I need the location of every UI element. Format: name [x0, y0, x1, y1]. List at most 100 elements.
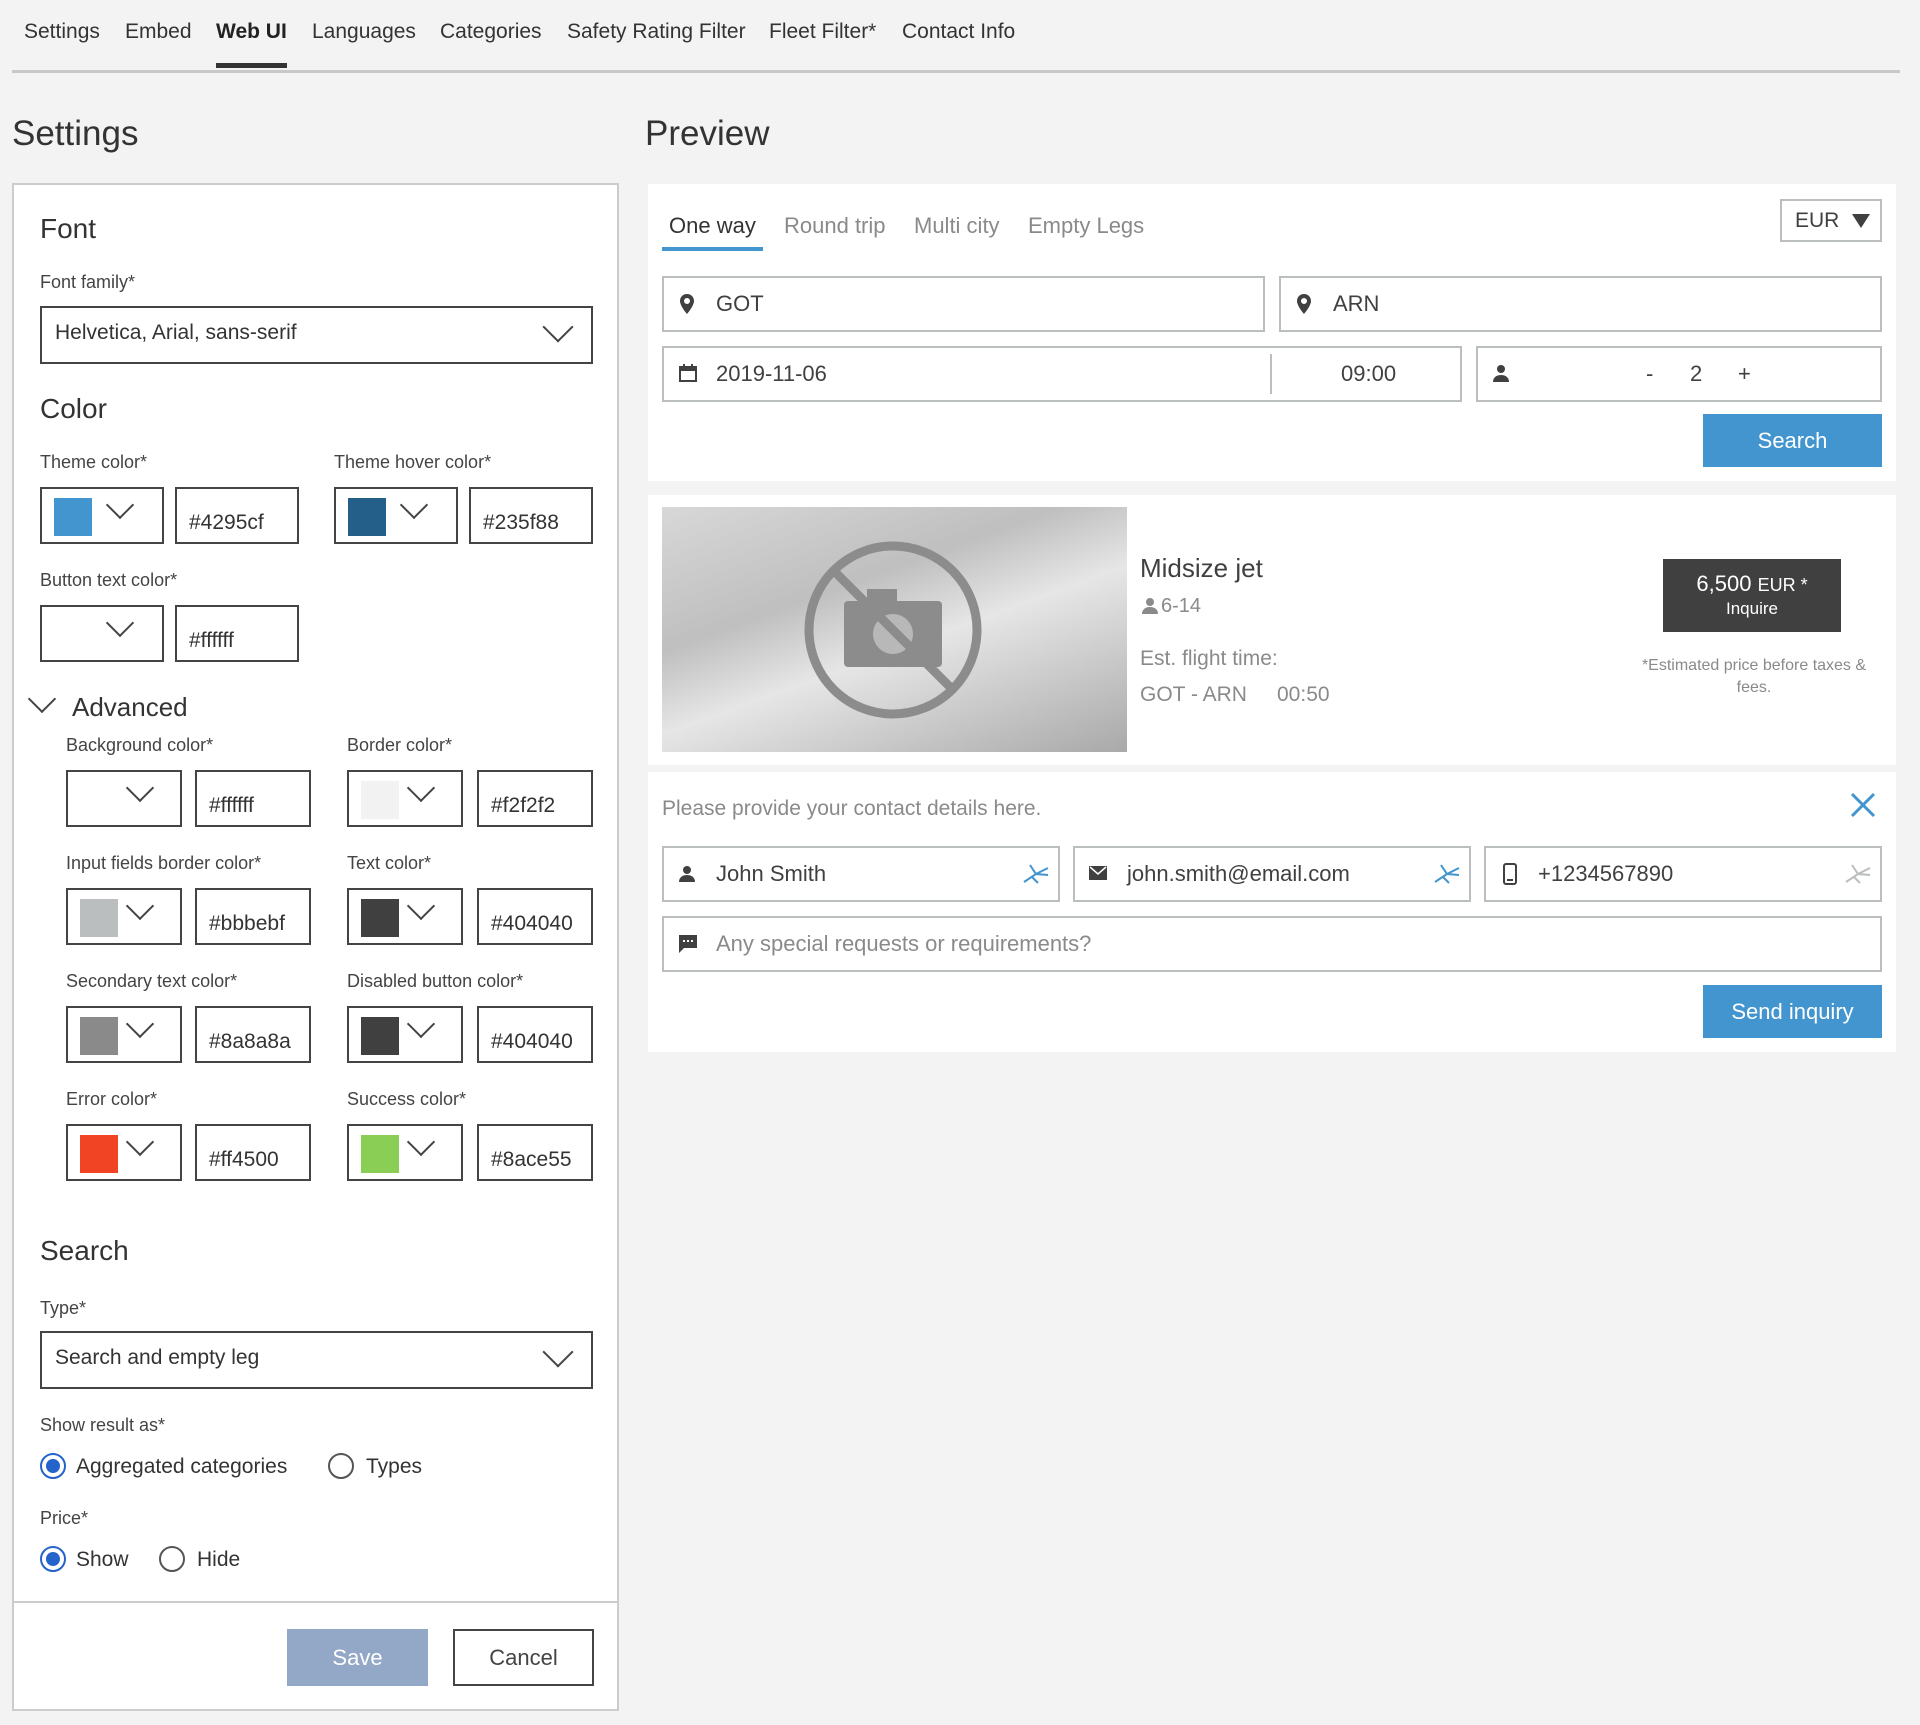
tab-languages[interactable]: Languages [312, 20, 416, 44]
time-value: 09:00 [1341, 361, 1397, 386]
background-color-picker[interactable] [66, 770, 182, 827]
radio-price-show[interactable] [40, 1546, 66, 1572]
button-text-color-picker[interactable] [40, 605, 164, 662]
tab-settings[interactable]: Settings [24, 20, 100, 44]
caret-down-icon [1852, 214, 1870, 228]
error-color-label: Error color* [66, 1089, 158, 1109]
passenger-minus-button[interactable]: - [1646, 361, 1653, 387]
trip-tab-empty-legs[interactable]: Empty Legs [1028, 213, 1144, 239]
to-airport-input[interactable]: ARN [1279, 276, 1882, 332]
divider [1270, 354, 1272, 394]
color-swatch [80, 1135, 118, 1173]
search-type-select[interactable]: Search and empty leg [40, 1331, 593, 1389]
search-button[interactable]: Search [1703, 414, 1882, 467]
autofill-icon [1845, 864, 1871, 884]
button-text-color-input[interactable] [175, 605, 299, 662]
disabled-button-color-input[interactable] [477, 1006, 593, 1063]
settings-heading: Settings [12, 114, 139, 153]
chevron-down-icon [399, 490, 429, 520]
tab-categories[interactable]: Categories [440, 20, 542, 44]
email-icon [1089, 866, 1107, 880]
color-swatch [80, 899, 118, 937]
radio-aggregated-categories[interactable] [40, 1453, 66, 1479]
text-color-input[interactable] [477, 888, 593, 945]
background-color-input[interactable] [195, 770, 311, 827]
error-color-picker[interactable] [66, 1124, 182, 1181]
close-icon[interactable] [1850, 792, 1876, 818]
tab-safety-rating-filter[interactable]: Safety Rating Filter [567, 20, 746, 44]
theme-hover-color-picker[interactable] [334, 487, 458, 544]
contact-phone-value: +1234567890 [1538, 861, 1674, 886]
theme-color-input[interactable] [175, 487, 299, 544]
tab-fleet-filter[interactable]: Fleet Filter* [769, 20, 876, 44]
radio-types[interactable] [328, 1453, 354, 1479]
chevron-down-icon [542, 311, 574, 343]
button-text-color-label: Button text color* [40, 570, 178, 590]
passenger-count: 2 [1690, 361, 1703, 386]
secondary-text-color-label: Secondary text color* [66, 971, 238, 991]
search-section-title: Search [40, 1235, 129, 1266]
success-color-input[interactable] [477, 1124, 593, 1181]
location-pin-icon [1297, 294, 1311, 314]
tab-web-ui[interactable]: Web UI [216, 20, 287, 68]
error-color-input[interactable] [195, 1124, 311, 1181]
date-time-input[interactable]: 2019-11-06 09:00 [662, 346, 1462, 402]
text-color-label: Text color* [347, 853, 432, 873]
price-line: 6,500 EUR * [1663, 571, 1841, 597]
radio-price-hide-label: Hide [197, 1548, 241, 1571]
tab-contact-info[interactable]: Contact Info [902, 20, 1015, 44]
advanced-toggle[interactable]: Advanced [26, 684, 276, 723]
border-color-picker[interactable] [347, 770, 463, 827]
theme-hover-color-input[interactable] [469, 487, 593, 544]
passenger-plus-button[interactable]: + [1738, 361, 1751, 387]
color-swatch [54, 616, 92, 654]
send-inquiry-button[interactable]: Send inquiry [1703, 985, 1882, 1038]
text-color-picker[interactable] [347, 888, 463, 945]
input-border-color-picker[interactable] [66, 888, 182, 945]
success-color-picker[interactable] [347, 1124, 463, 1181]
color-swatch [361, 899, 399, 937]
contact-prompt: Please provide your contact details here… [662, 797, 1042, 820]
font-family-select[interactable]: Helvetica, Arial, sans-serif [40, 306, 593, 364]
result-card: Midsize jet 6-14 Est. flight time: GOT -… [648, 495, 1896, 765]
currency-select[interactable]: EUR [1780, 199, 1882, 242]
special-requests-input[interactable]: Any special requests or requirements? [662, 916, 1882, 972]
trip-tab-multi-city[interactable]: Multi city [914, 213, 1000, 239]
contact-phone-input[interactable]: +1234567890 [1484, 846, 1882, 902]
save-button[interactable]: Save [287, 1629, 428, 1686]
theme-color-picker[interactable] [40, 487, 164, 544]
trip-tab-round-trip[interactable]: Round trip [784, 213, 886, 239]
radio-aggregated-categories-label: Aggregated categories [76, 1455, 288, 1478]
result-price: 6,500 [1696, 571, 1752, 596]
tab-embed[interactable]: Embed [125, 20, 192, 44]
contact-name-input[interactable]: John Smith [662, 846, 1060, 902]
theme-hover-color-label: Theme hover color* [334, 452, 492, 472]
border-color-input[interactable] [477, 770, 593, 827]
chat-icon [679, 935, 697, 953]
input-border-color-input[interactable] [195, 888, 311, 945]
color-swatch [348, 498, 386, 536]
special-requests-placeholder: Any special requests or requirements? [716, 931, 1092, 956]
search-type-label: Type* [40, 1298, 87, 1318]
cancel-button[interactable]: Cancel [453, 1629, 594, 1686]
font-family-value: Helvetica, Arial, sans-serif [55, 321, 297, 344]
chevron-down-icon [406, 1009, 436, 1039]
preview-heading: Preview [645, 114, 770, 153]
from-airport-input[interactable]: GOT [662, 276, 1265, 332]
show-result-label: Show result as* [40, 1415, 166, 1435]
result-duration: 00:50 [1277, 683, 1330, 706]
secondary-text-color-input[interactable] [195, 1006, 311, 1063]
trip-tab-one-way[interactable]: One way [662, 213, 763, 251]
currency-value: EUR [1795, 209, 1840, 232]
phone-icon [1503, 863, 1517, 885]
font-section-title: Font [40, 213, 97, 244]
disabled-button-color-label: Disabled button color* [347, 971, 524, 991]
result-route: GOT - ARN [1140, 683, 1247, 706]
radio-price-hide[interactable] [159, 1546, 185, 1572]
inquire-button[interactable]: 6,500 EUR * Inquire [1663, 559, 1841, 632]
radio-types-label: Types [366, 1455, 423, 1478]
contact-email-input[interactable]: john.smith@email.com [1073, 846, 1471, 902]
autofill-icon [1023, 864, 1049, 884]
disabled-button-color-picker[interactable] [347, 1006, 463, 1063]
secondary-text-color-picker[interactable] [66, 1006, 182, 1063]
